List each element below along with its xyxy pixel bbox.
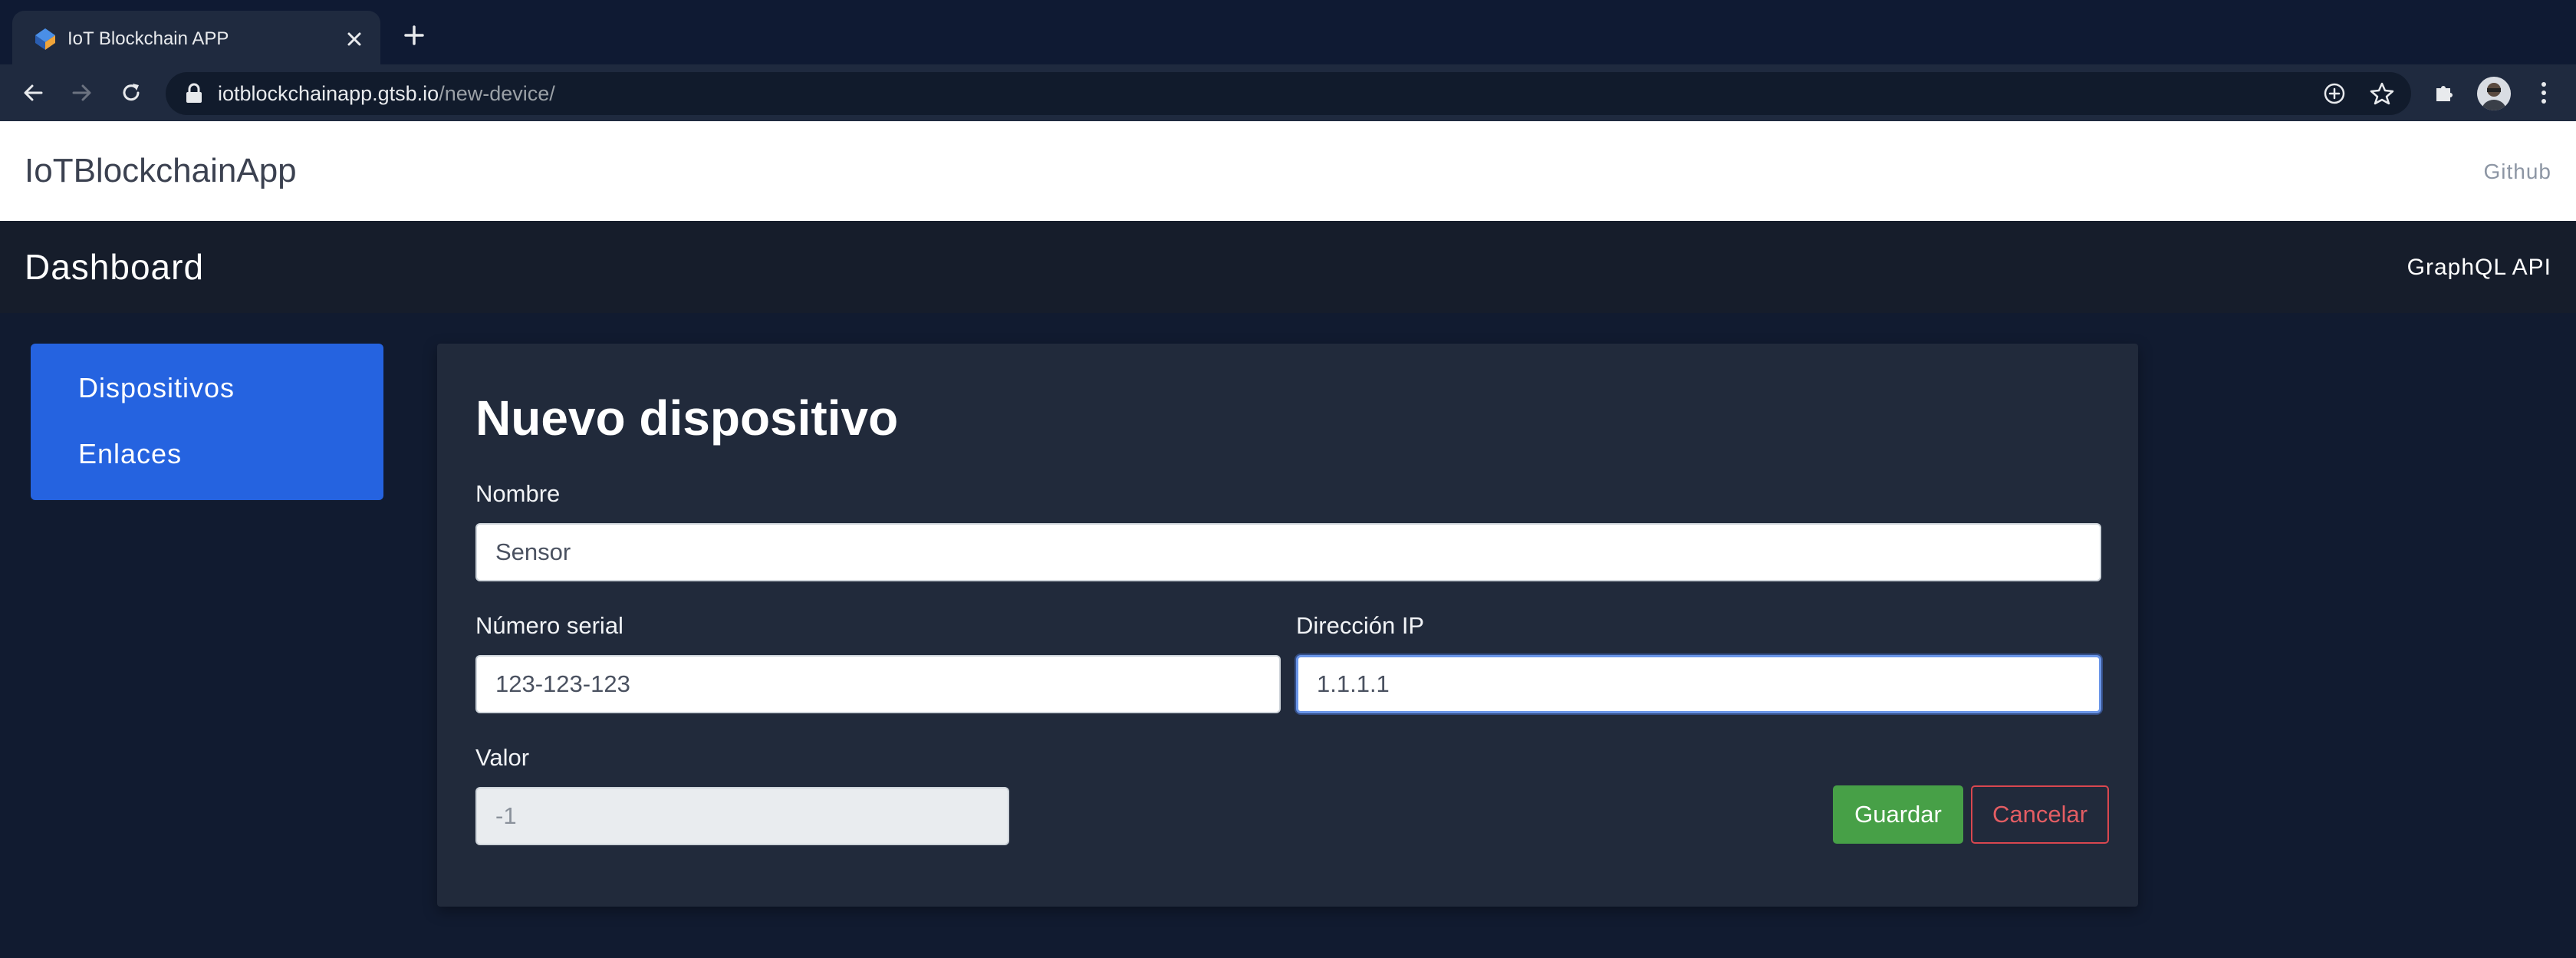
extensions-puzzle-icon[interactable] [2426, 75, 2462, 110]
value-label: Valor [475, 744, 530, 771]
sidebar-item-enlaces[interactable]: Enlaces [78, 439, 182, 469]
name-label: Nombre [475, 480, 561, 507]
browser-menu-icon[interactable] [2526, 75, 2561, 110]
url-text: iotblockchainapp.gtsb.io/new-device/ [218, 82, 555, 105]
app-brand[interactable]: IoTBlockchainApp [25, 152, 297, 190]
url-host: iotblockchainapp.gtsb.io [218, 82, 439, 105]
sidebar-item-dispositivos[interactable]: Dispositivos [78, 373, 235, 403]
reload-icon[interactable] [114, 75, 149, 110]
browser-tab[interactable]: IoT Blockchain APP [12, 11, 380, 64]
new-tab-icon[interactable] [397, 18, 431, 52]
bookmark-star-icon[interactable] [2368, 80, 2396, 107]
graphql-api-link[interactable]: GraphQL API [2407, 255, 2551, 281]
profile-avatar[interactable] [2477, 77, 2511, 110]
name-input[interactable] [475, 523, 2101, 581]
new-device-form-card: Nuevo dispositivo Nombre Número serial D… [437, 344, 2138, 907]
tab-title: IoT Blockchain APP [67, 28, 229, 49]
app-favicon-icon [35, 28, 55, 50]
ip-address-label: Dirección IP [1296, 612, 1425, 639]
browser-tab-strip: IoT Blockchain APP [0, 0, 2576, 64]
browser-toolbar: iotblockchainapp.gtsb.io/new-device/ [0, 64, 2576, 121]
serial-number-label: Número serial [475, 612, 623, 639]
cancel-button[interactable]: Cancelar [1971, 785, 2109, 844]
page-title: Nuevo dispositivo [475, 390, 899, 446]
back-arrow-icon[interactable] [15, 75, 51, 110]
serial-number-input[interactable] [475, 655, 1281, 713]
ip-address-input[interactable] [1296, 655, 2101, 713]
lock-icon [186, 83, 202, 103]
dashboard-title[interactable]: Dashboard [25, 247, 204, 287]
value-input [475, 787, 1009, 845]
dashboard-bar: Dashboard GraphQL API [0, 221, 2576, 313]
app-header: IoTBlockchainApp Github [0, 121, 2576, 221]
close-tab-icon[interactable] [339, 24, 370, 54]
address-bar[interactable]: iotblockchainapp.gtsb.io/new-device/ [166, 72, 2411, 115]
url-path: /new-device/ [439, 82, 555, 105]
forward-arrow-icon[interactable] [64, 75, 100, 110]
sidebar: Dispositivos Enlaces [31, 344, 383, 500]
install-app-icon[interactable] [2321, 80, 2348, 107]
save-button[interactable]: Guardar [1833, 785, 1963, 844]
github-link[interactable]: Github [2484, 160, 2552, 184]
